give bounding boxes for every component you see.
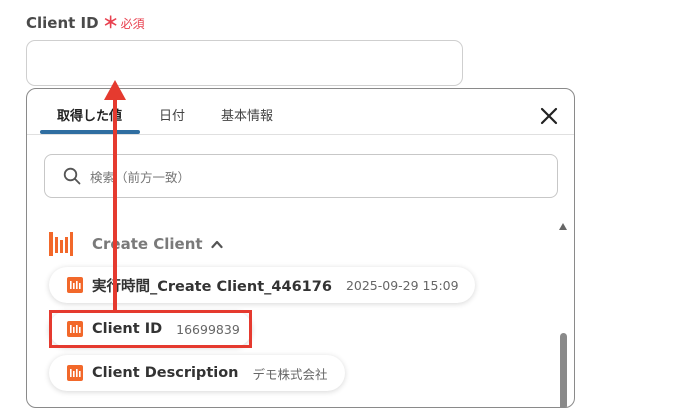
- app-logo-icon: [67, 277, 83, 293]
- tabs-divider: [27, 134, 574, 135]
- field-label-text: Client ID: [26, 14, 99, 32]
- required-indicator: ＊必須: [103, 9, 145, 33]
- required-text: 必須: [120, 17, 145, 31]
- list-item-execution-time[interactable]: 実行時間_Create Client_446176 2025-09-29 15:…: [49, 267, 475, 303]
- search-placeholder: 検索（前方一致）: [90, 169, 191, 185]
- client-id-input[interactable]: [26, 40, 463, 86]
- required-star: ＊: [102, 13, 119, 32]
- item-label: 実行時間_Create Client_446176: [92, 278, 332, 295]
- scroll-up-arrow-icon[interactable]: [559, 223, 567, 230]
- item-value: デモ株式会社: [252, 366, 328, 382]
- list-item-client-description[interactable]: Client Description デモ株式会社: [49, 355, 345, 391]
- app-logo-icon: [48, 231, 74, 257]
- item-value: 2025-09-29 15:09: [345, 277, 459, 293]
- chevron-up-icon[interactable]: [210, 239, 223, 249]
- scrollbar-thumb[interactable]: [560, 333, 567, 407]
- search-input[interactable]: 検索（前方一致）: [44, 154, 558, 198]
- item-label: Client Description: [92, 365, 239, 381]
- search-icon: [63, 167, 81, 185]
- tab-basic-info[interactable]: 基本情報: [221, 105, 273, 124]
- field-label: Client ID ＊必須: [26, 9, 145, 33]
- app-logo-icon: [67, 365, 83, 381]
- close-icon[interactable]: [537, 104, 561, 128]
- annotation-highlight-box: [49, 310, 252, 348]
- tab-acquired-values[interactable]: 取得した値: [57, 105, 122, 124]
- group-create-client[interactable]: Create Client: [48, 230, 223, 258]
- tab-date[interactable]: 日付: [159, 105, 185, 124]
- group-title: Create Client: [92, 235, 203, 253]
